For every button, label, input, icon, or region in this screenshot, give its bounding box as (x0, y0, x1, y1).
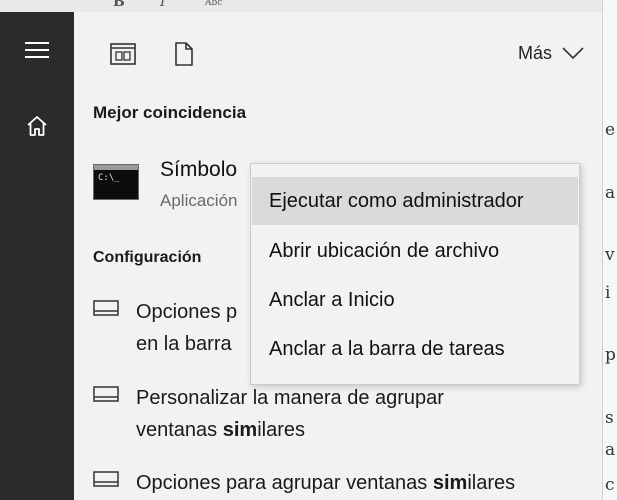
menu-item-run-as-admin[interactable]: Ejecutar como administrador (252, 177, 578, 225)
setting-result[interactable]: Opciones para agrupar ventanas similares (93, 467, 593, 499)
result-subtitle: Aplicación (160, 191, 238, 210)
apps-filter-button[interactable] (109, 40, 137, 68)
doc-fragment: v (605, 245, 615, 265)
setting-label: Personalizar la manera de agrupar ventan… (136, 387, 444, 441)
command-prompt-icon: C:\_ (93, 164, 139, 200)
context-menu: Ejecutar como administrador Abrir ubicac… (250, 163, 580, 385)
app-window-icon (110, 43, 136, 65)
documents-filter-button[interactable] (170, 40, 198, 68)
more-filters-button[interactable]: Más (518, 40, 584, 66)
taskbar-icon (93, 300, 119, 316)
bold-glyph: B (113, 0, 125, 10)
hamburger-icon (25, 42, 49, 58)
screen: B I Abc e a v i p s a c Más Mejor coinci… (0, 0, 617, 500)
menu-item-pin-to-taskbar[interactable]: Anclar a la barra de tareas (252, 325, 578, 373)
document-icon (175, 42, 193, 66)
taskbar-icon (93, 386, 119, 402)
settings-heading: Configuración (93, 249, 202, 266)
doc-fragment: i (605, 283, 611, 303)
more-label: Más (517, 42, 552, 63)
result-title: Símbolo (160, 158, 238, 181)
menu-item-pin-to-start[interactable]: Anclar a Inicio (252, 276, 578, 324)
italic-glyph: I (160, 0, 166, 10)
doc-fragment: s (605, 408, 614, 428)
setting-result[interactable]: Personalizar la manera de agrupar ventan… (93, 382, 593, 446)
menu-item-open-file-location[interactable]: Abrir ubicación de archivo (252, 227, 578, 275)
home-button[interactable] (0, 102, 74, 150)
doc-fragment: a (605, 440, 616, 460)
start-nav-rail (0, 12, 74, 500)
strikethrough-glyph: Abc (205, 0, 223, 8)
doc-fragment: c (605, 475, 615, 495)
setting-label: Opciones para agrupar ventanas similares (136, 472, 516, 494)
best-match-heading: Mejor coincidencia (93, 103, 247, 122)
background-document-text: e a v i p s a c (602, 0, 617, 500)
doc-fragment: e (605, 120, 616, 140)
chevron-down-icon (562, 47, 584, 59)
hamburger-menu-button[interactable] (0, 26, 74, 74)
doc-fragment: p (605, 345, 616, 365)
doc-fragment: a (605, 183, 616, 203)
home-icon (27, 116, 47, 136)
taskbar-icon (93, 471, 119, 487)
